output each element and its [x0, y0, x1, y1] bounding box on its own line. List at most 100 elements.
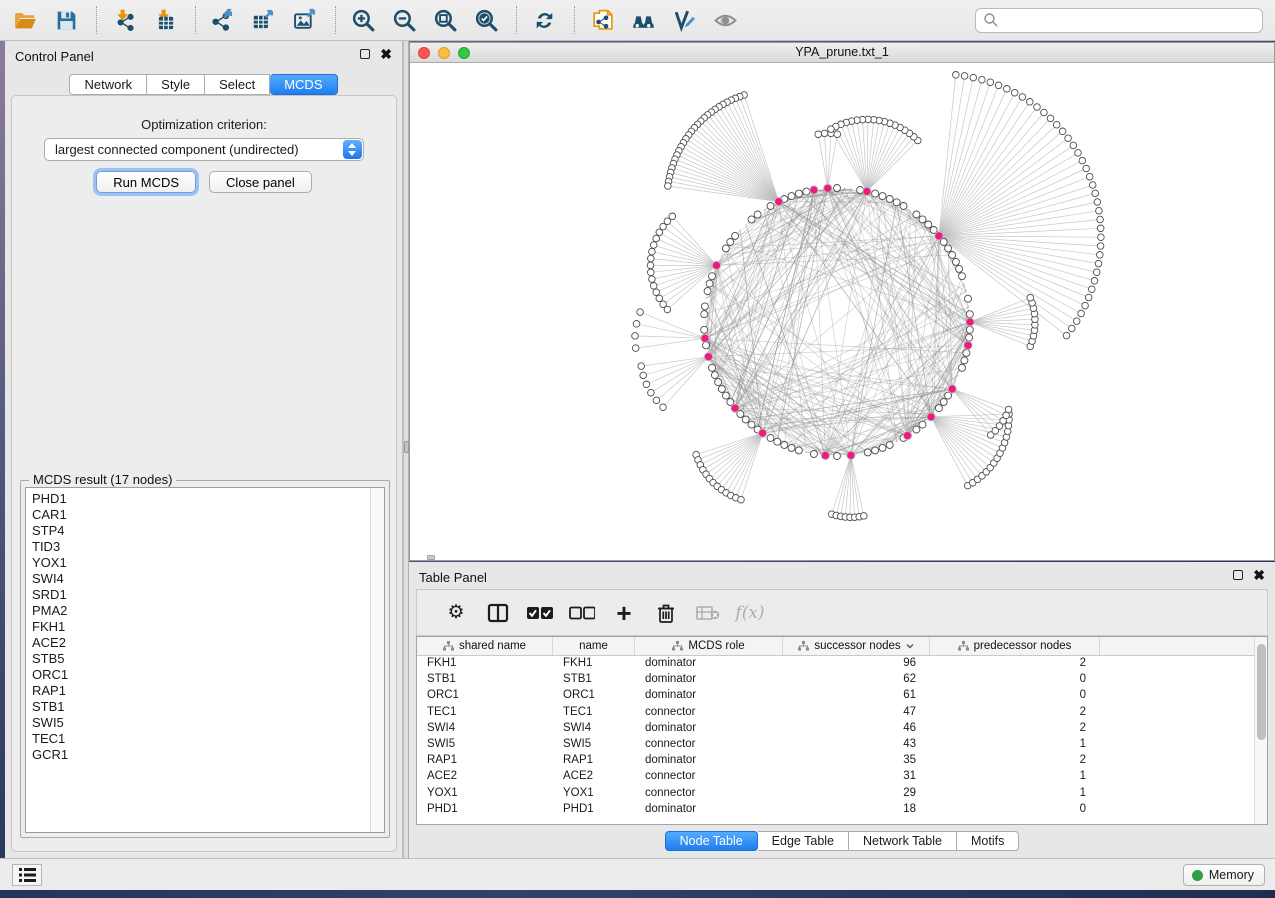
window-close-button[interactable] [418, 47, 430, 59]
result-node-item[interactable]: SRD1 [32, 587, 366, 603]
result-node-item[interactable]: PHD1 [32, 491, 366, 507]
table-row[interactable]: YOX1YOX1connector291 [417, 786, 1267, 802]
import-network-icon[interactable] [109, 6, 139, 34]
column-header-successor-nodes[interactable]: successor nodes [783, 637, 930, 655]
network-window-titlebar[interactable]: YPA_prune.txt_1 [410, 43, 1274, 63]
window-zoom-button[interactable] [458, 47, 470, 59]
zoom-selected-icon[interactable] [471, 6, 501, 34]
export-image-icon[interactable] [290, 6, 320, 34]
table-scrollbar[interactable] [1254, 637, 1267, 824]
result-node-item[interactable]: ACE2 [32, 635, 366, 651]
result-node-item[interactable]: CAR1 [32, 507, 366, 523]
optimization-criterion-dropdown[interactable]: largest connected component (undirected) [44, 138, 364, 161]
table-panel-title: Table Panel [419, 570, 487, 585]
table-row[interactable]: STB1STB1dominator620 [417, 672, 1267, 688]
result-node-item[interactable]: ORC1 [32, 667, 366, 683]
import-table-icon[interactable] [150, 6, 180, 34]
table-cell: PHD1 [553, 802, 635, 818]
export-network-icon[interactable] [208, 6, 238, 34]
export-table-icon[interactable] [249, 6, 279, 34]
table-cell: 46 [783, 721, 930, 737]
table-cell: PHD1 [417, 802, 553, 818]
desktop-wallpaper-bottom [0, 890, 1275, 898]
table-cell: ORC1 [417, 688, 553, 704]
result-list-scrollbar[interactable] [370, 488, 384, 832]
result-node-item[interactable]: FKH1 [32, 619, 366, 635]
table-row[interactable]: SWI4SWI4dominator462 [417, 721, 1267, 737]
mcds-result-list[interactable]: PHD1CAR1STP4TID3YOX1SWI4SRD1PMA2FKH1ACE2… [25, 487, 385, 833]
float-panel-icon[interactable] [360, 49, 370, 59]
table-tab-motifs[interactable]: Motifs [957, 831, 1019, 851]
result-node-item[interactable]: YOX1 [32, 555, 366, 571]
run-mcds-button[interactable]: Run MCDS [96, 171, 196, 193]
network-graph[interactable] [410, 63, 1274, 560]
result-node-item[interactable]: GCR1 [32, 747, 366, 763]
close-panel-button[interactable]: Close panel [209, 171, 312, 193]
table-row[interactable]: ACE2ACE2connector311 [417, 769, 1267, 785]
table-type-tabs: Node TableEdge TableNetwork TableMotifs [409, 831, 1275, 851]
network-window-title: YPA_prune.txt_1 [410, 43, 1274, 62]
new-network-from-selection-icon[interactable] [587, 6, 617, 34]
table-cell: SWI5 [417, 737, 553, 753]
column-header-shared-name[interactable]: shared name [417, 637, 553, 655]
horizontal-splitter-grip[interactable] [427, 555, 435, 560]
table-row[interactable]: SWI5SWI5connector431 [417, 737, 1267, 753]
show-columns-icon[interactable] [477, 598, 519, 628]
memory-button[interactable]: Memory [1183, 864, 1265, 886]
table-settings-icon[interactable]: ⚙ [435, 598, 477, 628]
close-table-panel-icon[interactable]: ✖ [1253, 570, 1265, 580]
zoom-fit-icon[interactable] [430, 6, 460, 34]
table-row[interactable]: ORC1ORC1dominator610 [417, 688, 1267, 704]
result-node-item[interactable]: SWI5 [32, 715, 366, 731]
tab-mcds[interactable]: MCDS [270, 74, 337, 95]
toolbar-separator [335, 6, 336, 34]
table-cell: 0 [930, 672, 1100, 688]
deselect-all-columns-icon[interactable] [561, 598, 603, 628]
network-canvas[interactable] [410, 63, 1274, 560]
table-row[interactable]: TEC1TEC1connector472 [417, 705, 1267, 721]
result-node-item[interactable]: TEC1 [32, 731, 366, 747]
column-header-name[interactable]: name [553, 637, 635, 655]
tab-style[interactable]: Style [147, 74, 205, 95]
refresh-layout-icon[interactable] [529, 6, 559, 34]
find-icon[interactable] [628, 6, 658, 34]
table-tab-node-table[interactable]: Node Table [665, 831, 758, 851]
result-node-item[interactable]: TID3 [32, 539, 366, 555]
select-all-columns-icon[interactable] [519, 598, 561, 628]
table-tab-edge-table[interactable]: Edge Table [758, 831, 849, 851]
window-minimize-button[interactable] [438, 47, 450, 59]
float-table-panel-icon[interactable] [1233, 570, 1243, 580]
task-history-button[interactable] [12, 864, 42, 886]
table-tab-network-table[interactable]: Network Table [849, 831, 957, 851]
result-node-item[interactable]: STB5 [32, 651, 366, 667]
toggle-graphics-details-icon[interactable] [669, 6, 699, 34]
close-panel-icon[interactable]: ✖ [380, 49, 392, 59]
table-cell: 35 [783, 753, 930, 769]
zoom-out-icon[interactable] [389, 6, 419, 34]
node-table-body: FKH1FKH1dominator962STB1STB1dominator620… [417, 656, 1267, 818]
dropdown-selected-value: largest connected component (undirected) [55, 142, 299, 157]
create-column-icon[interactable]: + [603, 598, 645, 628]
column-header-predecessor-nodes[interactable]: predecessor nodes [930, 637, 1100, 655]
search-input[interactable] [975, 8, 1263, 33]
result-node-item[interactable]: SWI4 [32, 571, 366, 587]
tab-network[interactable]: Network [69, 74, 147, 95]
table-cell: 61 [783, 688, 930, 704]
zoom-in-icon[interactable] [348, 6, 378, 34]
status-bar: Memory [0, 858, 1275, 890]
table-cell: RAP1 [553, 753, 635, 769]
result-node-item[interactable]: RAP1 [32, 683, 366, 699]
result-node-item[interactable]: STB1 [32, 699, 366, 715]
result-node-item[interactable]: PMA2 [32, 603, 366, 619]
node-table-header: shared namenameMCDS rolesuccessor nodesp… [417, 637, 1267, 656]
open-file-icon[interactable] [10, 6, 40, 34]
table-row[interactable]: FKH1FKH1dominator962 [417, 656, 1267, 672]
delete-columns-icon[interactable] [645, 598, 687, 628]
save-session-icon[interactable] [51, 6, 81, 34]
table-scrollbar-thumb[interactable] [1257, 644, 1266, 740]
tab-select[interactable]: Select [205, 74, 270, 95]
column-header-MCDS-role[interactable]: MCDS role [635, 637, 783, 655]
table-row[interactable]: RAP1RAP1dominator352 [417, 753, 1267, 769]
table-row[interactable]: PHD1PHD1dominator180 [417, 802, 1267, 818]
result-node-item[interactable]: STP4 [32, 523, 366, 539]
